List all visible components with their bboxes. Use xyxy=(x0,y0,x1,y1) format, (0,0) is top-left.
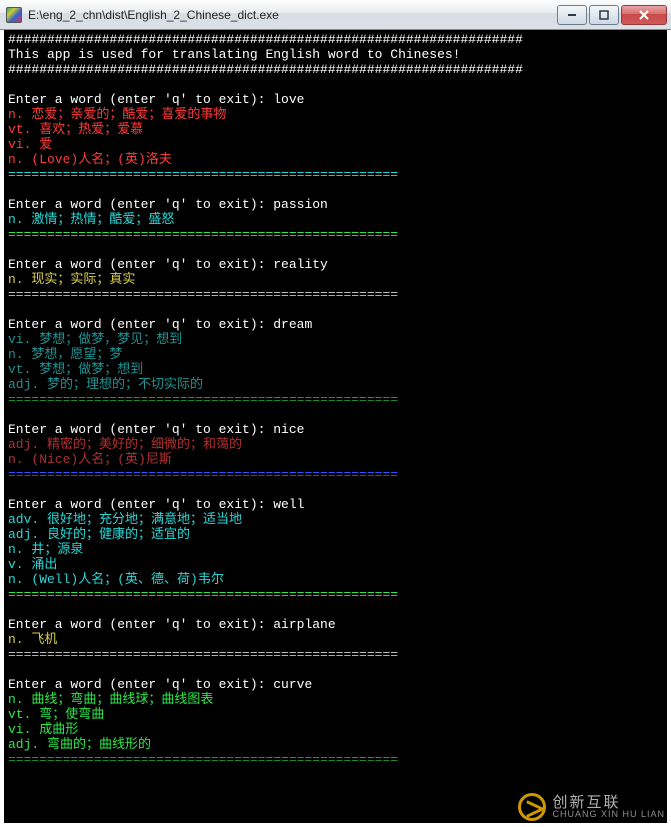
definition-line: n. 飞机 xyxy=(8,632,57,647)
definition-line: vt. 喜欢；热爱；爱慕 xyxy=(8,122,143,137)
definition-line: n. (Well)人名；(英、德、荷)韦尔 xyxy=(8,572,224,587)
separator-line: ========================================… xyxy=(8,392,398,407)
separator-line: ========================================… xyxy=(8,752,398,767)
definition-line: n. 恋爱；亲爱的；酷爱；喜爱的事物 xyxy=(8,107,226,122)
prompt-line: Enter a word (enter 'q' to exit): dream xyxy=(8,317,312,332)
definition-line: n. (Love)人名；(英)洛夫 xyxy=(8,152,172,167)
definition-line: n. 激情；热情；酷爱；盛怒 xyxy=(8,212,174,227)
definition-line: adj. 精密的；美好的；细微的；和蔼的 xyxy=(8,437,242,452)
definition-line: n. 现实；实际；真实 xyxy=(8,272,135,287)
close-icon xyxy=(639,10,649,20)
maximize-button[interactable] xyxy=(589,5,619,25)
terminal-output[interactable]: ########################################… xyxy=(0,30,671,827)
app-icon xyxy=(6,7,22,23)
separator-line: ========================================… xyxy=(8,227,398,242)
prompt-line: Enter a word (enter 'q' to exit): passio… xyxy=(8,197,328,212)
window-title: E:\eng_2_chn\dist\English_2_Chinese_dict… xyxy=(28,8,557,22)
definition-line: vi. 爱 xyxy=(8,137,52,152)
prompt-line: Enter a word (enter 'q' to exit): curve xyxy=(8,677,312,692)
separator-line: ========================================… xyxy=(8,287,398,302)
definition-line: n. 曲线；弯曲；曲线球；曲线图表 xyxy=(8,692,213,707)
definition-line: n. 梦想，愿望；梦 xyxy=(8,347,122,362)
definition-line: vi. 成曲形 xyxy=(8,722,78,737)
definition-line: v. 涌出 xyxy=(8,557,57,572)
definition-line: n. 井；源泉 xyxy=(8,542,83,557)
separator-line: ========================================… xyxy=(8,587,398,602)
definition-line: n. (Nice)人名；(英)尼斯 xyxy=(8,452,172,467)
prompt-line: Enter a word (enter 'q' to exit): nice xyxy=(8,422,304,437)
definition-line: adj. 弯曲的；曲线形的 xyxy=(8,737,151,752)
definition-line: vt. 弯；使弯曲 xyxy=(8,707,104,722)
window-buttons xyxy=(557,5,669,25)
minimize-icon xyxy=(567,10,577,20)
separator-line: ========================================… xyxy=(8,167,398,182)
maximize-icon xyxy=(599,10,609,20)
prompt-line: Enter a word (enter 'q' to exit): airpla… xyxy=(8,617,336,632)
definition-line: adj. 良好的；健康的；适宜的 xyxy=(8,527,190,542)
prompt-line: Enter a word (enter 'q' to exit): love xyxy=(8,92,304,107)
separator-line: ========================================… xyxy=(8,467,398,482)
definition-line: vt. 梦想；做梦；想到 xyxy=(8,362,143,377)
prompt-line: Enter a word (enter 'q' to exit): realit… xyxy=(8,257,328,272)
separator-line: ========================================… xyxy=(8,647,398,662)
definition-line: vi. 梦想；做梦，梦见；想到 xyxy=(8,332,182,347)
definition-line: adv. 很好地；充分地；满意地；适当地 xyxy=(8,512,242,527)
window-titlebar: E:\eng_2_chn\dist\English_2_Chinese_dict… xyxy=(0,0,671,30)
close-button[interactable] xyxy=(621,5,667,25)
prompt-line: Enter a word (enter 'q' to exit): well xyxy=(8,497,304,512)
minimize-button[interactable] xyxy=(557,5,587,25)
definition-line: adj. 梦的；理想的；不切实际的 xyxy=(8,377,203,392)
